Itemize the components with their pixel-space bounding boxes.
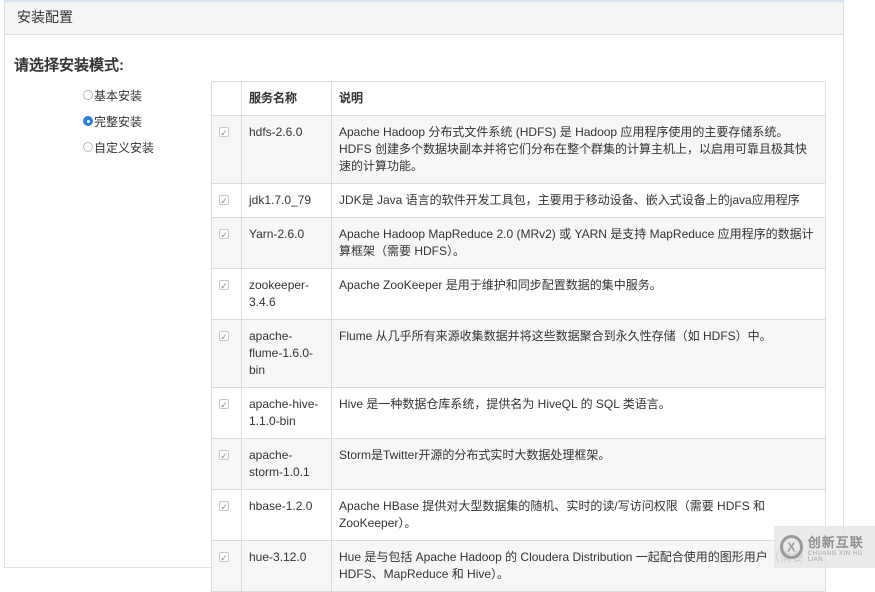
radio-button[interactable]: [83, 142, 93, 152]
table-row: ✓ Yarn-2.6.0 Apache Hadoop MapReduce 2.0…: [211, 217, 826, 269]
service-name: apache-flume-1.6.0-bin: [241, 319, 332, 388]
radio-label: 自定义安装: [94, 140, 155, 155]
service-checkbox[interactable]: ✓: [219, 127, 229, 138]
watermark-subtitle: CHUANG XIN HU LIAN: [807, 550, 863, 563]
service-checkbox[interactable]: ✓: [219, 280, 229, 291]
service-checkbox[interactable]: ✓: [219, 501, 229, 512]
service-description: Hue 是与包括 Apache Hadoop 的 Cloudera Distri…: [331, 540, 826, 592]
service-checkbox[interactable]: ✓: [219, 331, 229, 342]
table-row: ✓ zookeeper-3.4.6 Apache ZooKeeper 是用于维护…: [211, 268, 826, 320]
service-description: Storm是Twitter开源的分布式实时大数据处理框架。: [331, 438, 826, 490]
table-row: ✓ apache-hive-1.1.0-bin Hive 是一种数据仓库系统，提…: [211, 387, 826, 439]
table-header-row: 服务名称 说明: [211, 81, 826, 116]
table-row: ✓ hdfs-2.6.0 Apache Hadoop 分布式文件系统 (HDFS…: [211, 115, 826, 184]
radio-button[interactable]: [83, 116, 93, 126]
service-checkbox[interactable]: ✓: [219, 450, 229, 461]
service-description: Apache HBase 提供对大型数据集的随机、实时的读/写访问权限（需要 H…: [331, 489, 826, 541]
header-check: [211, 81, 242, 116]
service-description: Apache ZooKeeper 是用于维护和同步配置数据的集中服务。: [331, 268, 826, 320]
service-name: hue-3.12.0: [241, 540, 332, 592]
services-table: 服务名称 说明 ✓ hdfs-2.6.0 Apache Hadoop 分布式文件…: [211, 81, 826, 592]
service-description: Hive 是一种数据仓库系统，提供名为 HiveQL 的 SQL 类语言。: [331, 387, 826, 439]
service-description: JDK是 Java 语言的软件开发工具包，主要用于移动设备、嵌入式设备上的jav…: [331, 183, 826, 218]
logo-icon: X: [780, 535, 803, 559]
service-checkbox[interactable]: ✓: [219, 195, 229, 206]
radio-label: 基本安装: [94, 88, 143, 103]
table-row: ✓ apache-storm-1.0.1 Storm是Twitter开源的分布式…: [211, 438, 826, 490]
radio-label: 完整安装: [94, 114, 143, 129]
install-mode-prompt: 请选择安装模式:: [14, 57, 124, 74]
table-row: ✓ hue-3.12.0 Hue 是与包括 Apache Hadoop 的 Cl…: [211, 540, 826, 592]
service-checkbox[interactable]: ✓: [219, 229, 229, 240]
watermark-title: 创新互联: [807, 534, 864, 550]
table-row: ✓ apache-flume-1.6.0-bin Flume 从几乎所有来源收集…: [211, 319, 826, 388]
radio-custom-install[interactable]: 自定义安装: [83, 134, 154, 160]
header-service-name: 服务名称: [241, 81, 332, 116]
service-checkbox[interactable]: ✓: [219, 399, 229, 410]
service-description: Apache Hadoop MapReduce 2.0 (MRv2) 或 YAR…: [331, 217, 826, 269]
panel-title: 安装配置: [5, 2, 843, 35]
radio-button[interactable]: [83, 90, 93, 100]
radio-basic-install[interactable]: 基本安装: [83, 82, 154, 108]
radio-full-install[interactable]: 完整安装: [83, 108, 154, 134]
service-name: hdfs-2.6.0: [241, 115, 332, 184]
watermark: X 创新互联 CHUANG XIN HU LIAN: [774, 526, 875, 568]
service-description: Apache Hadoop 分布式文件系统 (HDFS) 是 Hadoop 应用…: [331, 115, 826, 184]
service-name: jdk1.7.0_79: [241, 183, 332, 218]
install-mode-radio-group: 基本安装 完整安装 自定义安装: [83, 82, 154, 160]
service-checkbox[interactable]: ✓: [219, 552, 229, 563]
service-description: Flume 从几乎所有来源收集数据并将这些数据聚合到永久性存储（如 HDFS）中…: [331, 319, 826, 388]
service-name: apache-hive-1.1.0-bin: [241, 387, 332, 439]
service-name: Yarn-2.6.0: [241, 217, 332, 269]
service-name: zookeeper-3.4.6: [241, 268, 332, 320]
table-row: ✓ jdk1.7.0_79 JDK是 Java 语言的软件开发工具包，主要用于移…: [211, 183, 826, 218]
header-description: 说明: [331, 81, 826, 116]
service-name: apache-storm-1.0.1: [241, 438, 332, 490]
service-name: hbase-1.2.0: [241, 489, 332, 541]
table-row: ✓ hbase-1.2.0 Apache HBase 提供对大型数据集的随机、实…: [211, 489, 826, 541]
